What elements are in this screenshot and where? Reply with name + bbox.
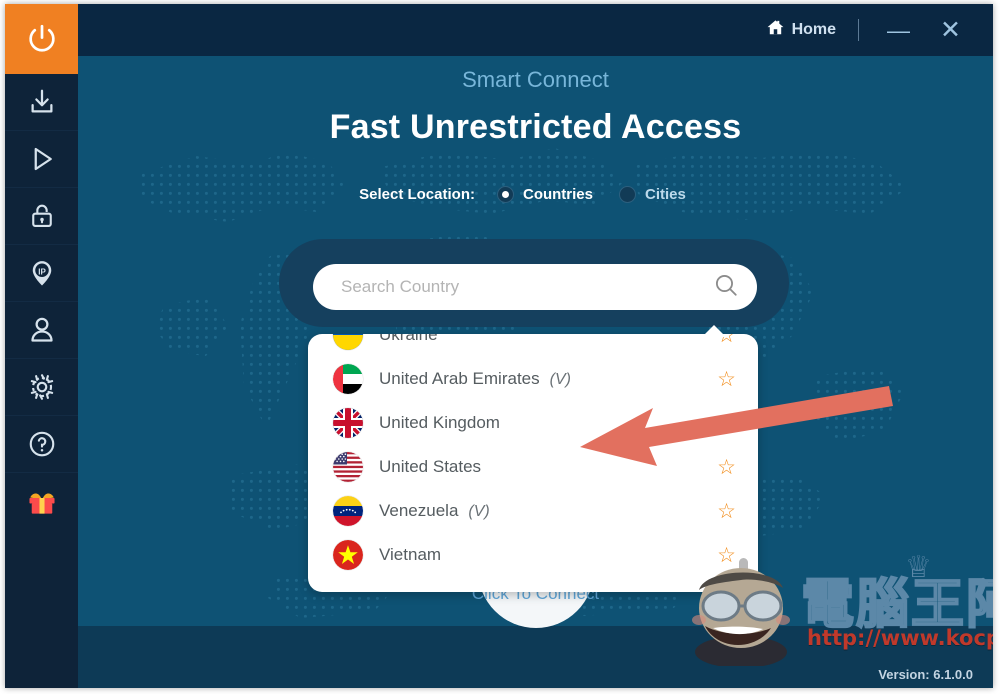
favorite-star-icon[interactable]: ☆: [717, 413, 736, 434]
home-icon: [766, 18, 785, 42]
home-button[interactable]: Home: [760, 18, 842, 42]
favorite-star-icon[interactable]: ☆: [717, 457, 736, 478]
radio-cities-label: Cities: [645, 186, 686, 203]
favorite-star-icon[interactable]: ☆: [717, 501, 736, 522]
favorite-star-icon[interactable]: ☆: [717, 545, 736, 566]
app-root: IP Home — ✕ Smart Connect Fast Unrestric…: [0, 0, 1000, 694]
radio-countries-label: Countries: [522, 186, 593, 203]
country-name: Venezuela (V): [379, 501, 490, 520]
favorite-star-icon[interactable]: ☆: [717, 369, 736, 390]
power-icon: [25, 22, 59, 56]
country-name: United Arab Emirates (V): [379, 369, 571, 388]
list-item[interactable]: United Kingdom ☆: [308, 401, 758, 445]
sidebar-item-account[interactable]: [5, 302, 78, 359]
lock-icon: [28, 202, 56, 230]
list-item[interactable]: Venezuela (V) ☆: [308, 489, 758, 533]
flag-uk-icon: [333, 408, 363, 438]
sidebar-item-play[interactable]: [5, 131, 78, 188]
country-name: Vietnam: [379, 545, 442, 564]
sidebar-item-ip-location[interactable]: IP: [5, 245, 78, 302]
sidebar-item-settings[interactable]: [5, 359, 78, 416]
titlebar-separator: [858, 19, 860, 41]
country-name: Ukraine: [379, 334, 438, 344]
list-item[interactable]: Ukraine ☆: [308, 334, 758, 357]
radio-option-countries[interactable]: Countries: [496, 186, 593, 203]
select-location-label: Select Location:: [359, 186, 475, 203]
ip-location-pin-icon: IP: [27, 258, 57, 288]
titlebar: Home — ✕: [78, 4, 993, 56]
sidebar-item-gift[interactable]: [5, 473, 78, 530]
radio-countries-indicator: [496, 186, 514, 203]
country-name: United Kingdom: [379, 413, 500, 432]
minimize-button[interactable]: —: [877, 18, 920, 42]
version-label: Version: 6.1.0.0: [878, 667, 973, 682]
search-icon[interactable]: [713, 272, 739, 303]
flag-ukraine-icon: [333, 334, 363, 350]
gift-icon: [26, 486, 58, 518]
sidebar-item-lock[interactable]: [5, 188, 78, 245]
user-icon: [27, 315, 57, 345]
sidebar-item-help[interactable]: [5, 416, 78, 473]
gear-icon: [27, 372, 57, 402]
country-list: Ukraine ☆ United Arab Emirates (V) ☆ Uni…: [308, 334, 758, 577]
list-item[interactable]: United Arab Emirates (V) ☆: [308, 357, 758, 401]
flag-uae-icon: [333, 364, 363, 394]
dropdown-caret: [702, 325, 726, 337]
bottom-bar: [78, 626, 993, 688]
play-icon: [27, 144, 57, 174]
question-circle-icon: [27, 429, 57, 459]
search-input[interactable]: [341, 277, 713, 297]
home-label: Home: [791, 21, 837, 38]
smart-connect-subtitle: Smart Connect: [462, 67, 609, 92]
country-dropdown[interactable]: Ukraine ☆ United Arab Emirates (V) ☆ Uni…: [308, 334, 758, 592]
radio-cities-indicator: [619, 186, 636, 203]
sidebar: IP: [5, 4, 78, 688]
search-country-box[interactable]: [313, 264, 757, 310]
vpn-app-window: IP Home — ✕ Smart Connect Fast Unrestric…: [5, 4, 993, 688]
download-icon: [27, 87, 57, 117]
sidebar-filler: [5, 530, 78, 688]
dropdown-scrollbar-thumb[interactable]: [739, 558, 748, 580]
flag-usa-icon: [333, 452, 363, 482]
country-name: United States: [379, 457, 482, 476]
sidebar-item-power[interactable]: [5, 4, 78, 74]
select-location-row: Select Location: Countries Cities: [78, 186, 993, 203]
list-item[interactable]: Vietnam ☆: [308, 533, 758, 577]
close-button[interactable]: ✕: [920, 17, 971, 43]
radio-option-cities[interactable]: Cities: [619, 186, 686, 203]
page-title: Fast Unrestricted Access: [329, 108, 742, 146]
main-content: Smart Connect Fast Unrestricted Access S…: [78, 56, 993, 688]
svg-text:IP: IP: [38, 267, 46, 276]
list-item[interactable]: United States ☆: [308, 445, 758, 489]
flag-vietnam-icon: [333, 540, 363, 570]
sidebar-item-download[interactable]: [5, 74, 78, 131]
flag-venezuela-icon: [333, 496, 363, 526]
